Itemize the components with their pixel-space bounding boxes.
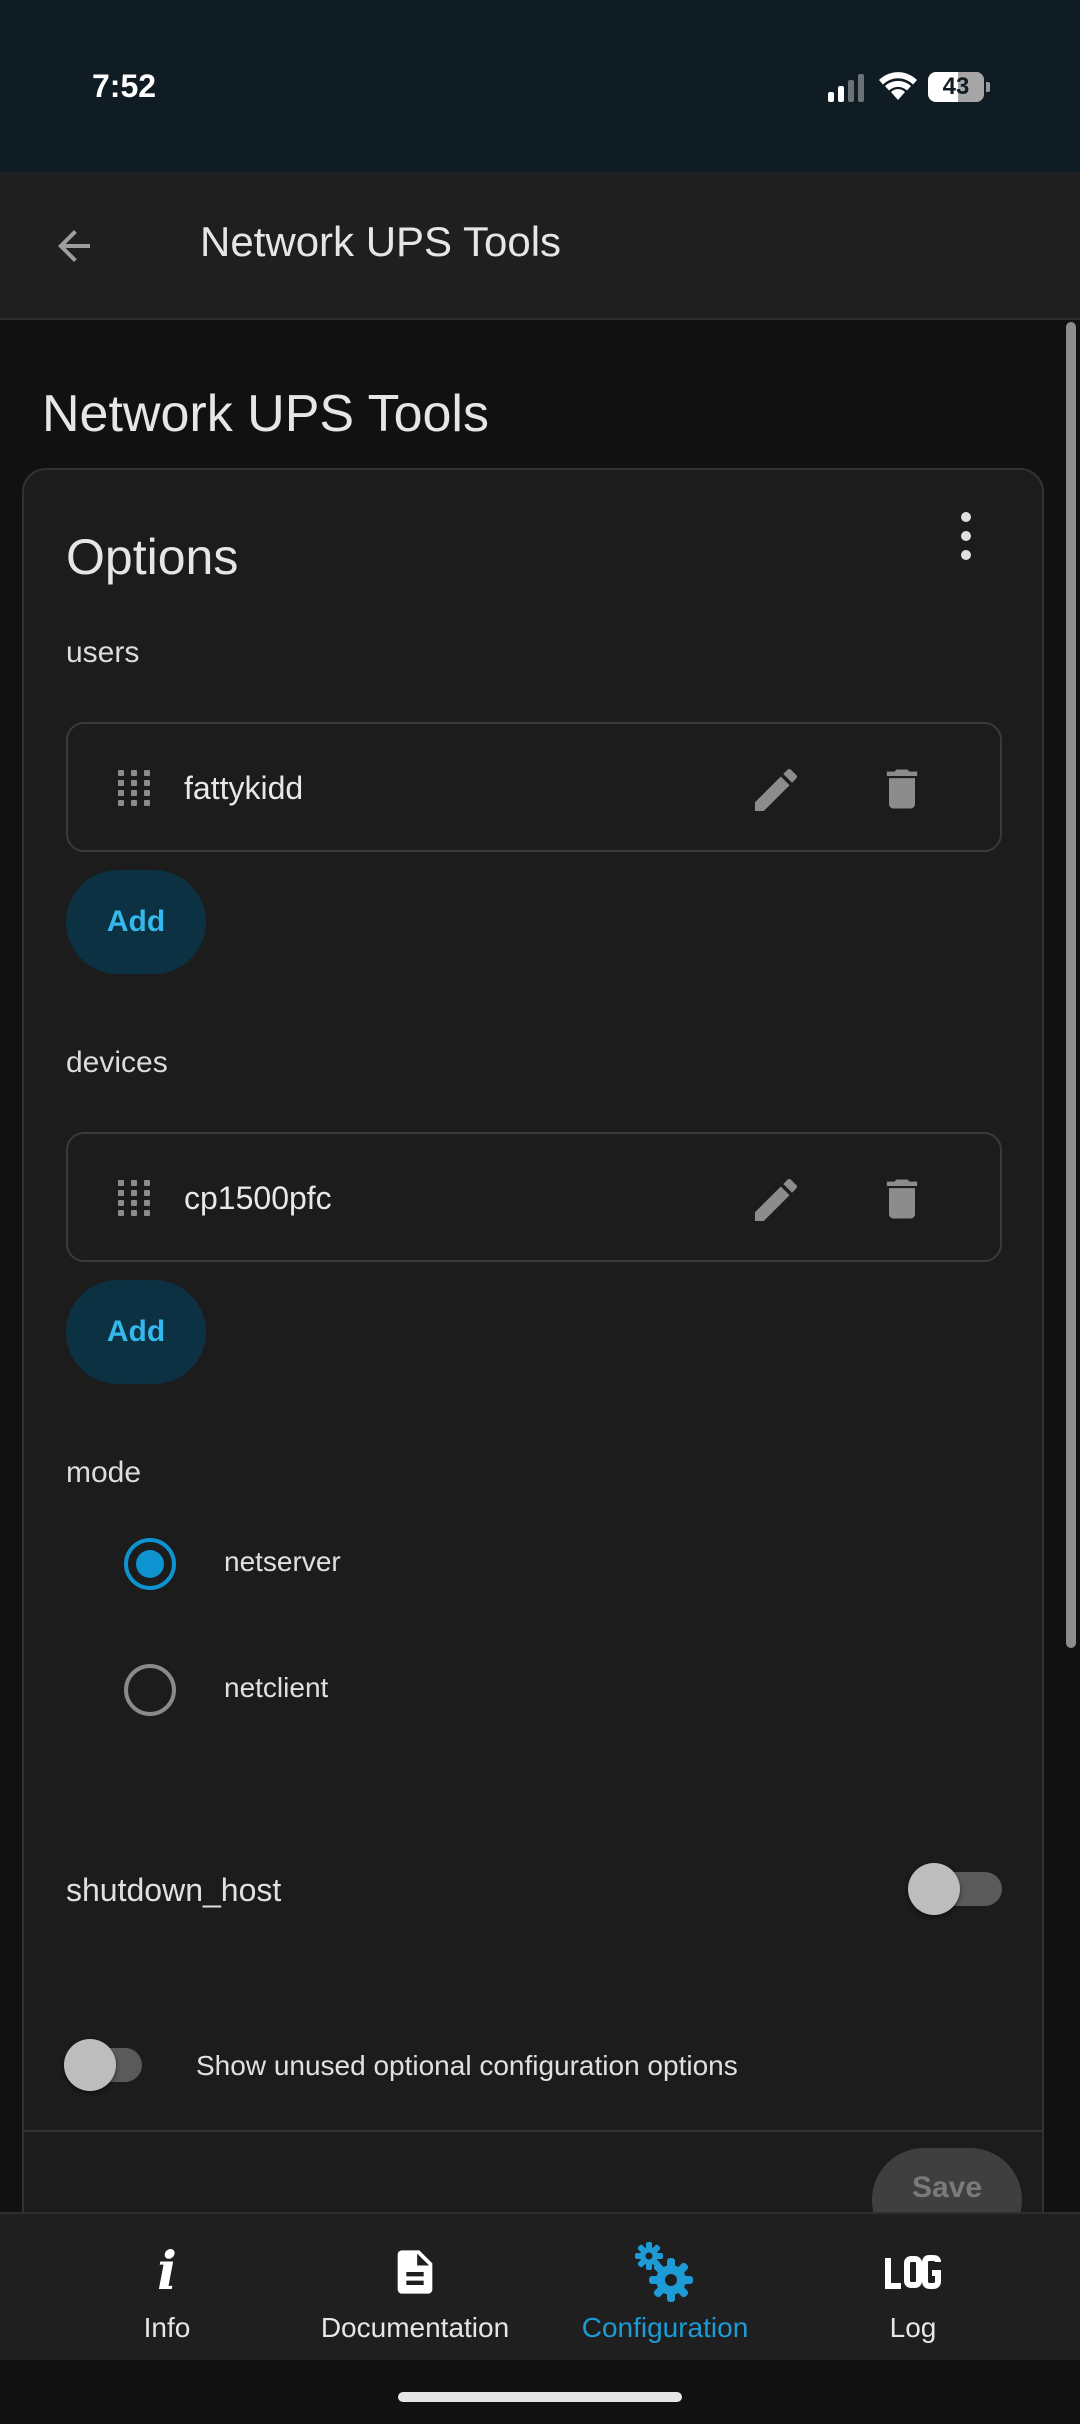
devices-label: devices bbox=[66, 1046, 168, 1079]
main-content[interactable]: Network UPS Tools Options users fattykid… bbox=[0, 322, 1080, 2212]
log-icon bbox=[883, 2242, 943, 2302]
app-bar-title: Network UPS Tools bbox=[200, 218, 562, 265]
mode-option-label: netserver bbox=[224, 1546, 341, 1577]
gesture-area bbox=[0, 2360, 1080, 2424]
scrollbar[interactable] bbox=[1066, 322, 1076, 1648]
show-unused-label: Show unused optional configuration optio… bbox=[196, 2050, 738, 2081]
nav-item-configuration[interactable]: Configuration bbox=[540, 2214, 790, 2362]
trash-icon[interactable] bbox=[876, 760, 928, 818]
add-device-button[interactable]: Add bbox=[66, 1280, 206, 1384]
shutdown-host-label: shutdown_host bbox=[66, 1872, 282, 1908]
nav-label-configuration: Configuration bbox=[581, 2312, 749, 2343]
back-button[interactable] bbox=[40, 212, 108, 280]
options-title: Options bbox=[66, 529, 239, 585]
users-label: users bbox=[66, 636, 140, 669]
add-user-button[interactable]: Add bbox=[66, 870, 206, 974]
bottom-navigation: i Info Documentation Configuration Log bbox=[0, 2212, 1080, 2360]
status-time: 7:52 bbox=[92, 68, 157, 104]
device-name: cp1500pfc bbox=[184, 1180, 332, 1216]
app-bar: Network UPS Tools bbox=[0, 172, 1080, 320]
drag-handle-icon[interactable] bbox=[114, 1178, 154, 1218]
drag-handle-icon[interactable] bbox=[114, 768, 154, 808]
nav-item-documentation[interactable]: Documentation bbox=[290, 2214, 540, 2362]
nav-label-documentation: Documentation bbox=[320, 2312, 510, 2343]
arrow-left-icon bbox=[58, 230, 90, 262]
home-indicator[interactable] bbox=[398, 2392, 682, 2402]
device-list-item: cp1500pfc bbox=[66, 1132, 1002, 1262]
save-button[interactable]: Save bbox=[872, 2148, 1022, 2212]
trash-icon[interactable] bbox=[876, 1170, 928, 1228]
overflow-menu-button[interactable] bbox=[956, 506, 976, 566]
more-vert-icon bbox=[961, 512, 971, 522]
info-icon: i bbox=[157, 2241, 177, 2302]
wifi-icon bbox=[879, 72, 917, 100]
mode-option-netserver[interactable]: netserver bbox=[100, 1522, 700, 1602]
battery-indicator: 43 bbox=[928, 72, 990, 102]
battery-level: 43 bbox=[942, 73, 970, 100]
nav-label-info: Info bbox=[143, 2312, 191, 2343]
mode-option-netclient[interactable]: netclient bbox=[100, 1648, 700, 1728]
user-list-item: fattykidd bbox=[66, 722, 1002, 852]
pencil-icon[interactable] bbox=[748, 762, 804, 818]
user-name: fattykidd bbox=[184, 770, 304, 806]
mode-label: mode bbox=[66, 1456, 142, 1489]
nav-item-log[interactable]: Log bbox=[788, 2214, 1038, 2362]
nav-label-log: Log bbox=[889, 2312, 937, 2343]
card-divider bbox=[24, 2130, 1042, 2132]
options-card: Options users fattykidd Add devices cp15… bbox=[22, 468, 1044, 2212]
page-title: Network UPS Tools bbox=[42, 385, 489, 443]
mode-option-label: netclient bbox=[224, 1672, 329, 1703]
cellular-signal-icon bbox=[828, 74, 864, 102]
nav-item-info[interactable]: i Info bbox=[42, 2214, 292, 2362]
cogs-icon bbox=[635, 2242, 695, 2302]
pencil-icon[interactable] bbox=[748, 1172, 804, 1228]
radio-checked-icon[interactable] bbox=[124, 1538, 176, 1590]
radio-unchecked-icon[interactable] bbox=[124, 1664, 176, 1716]
status-bar: 7:52 43 bbox=[0, 0, 1080, 172]
document-icon bbox=[385, 2242, 445, 2302]
